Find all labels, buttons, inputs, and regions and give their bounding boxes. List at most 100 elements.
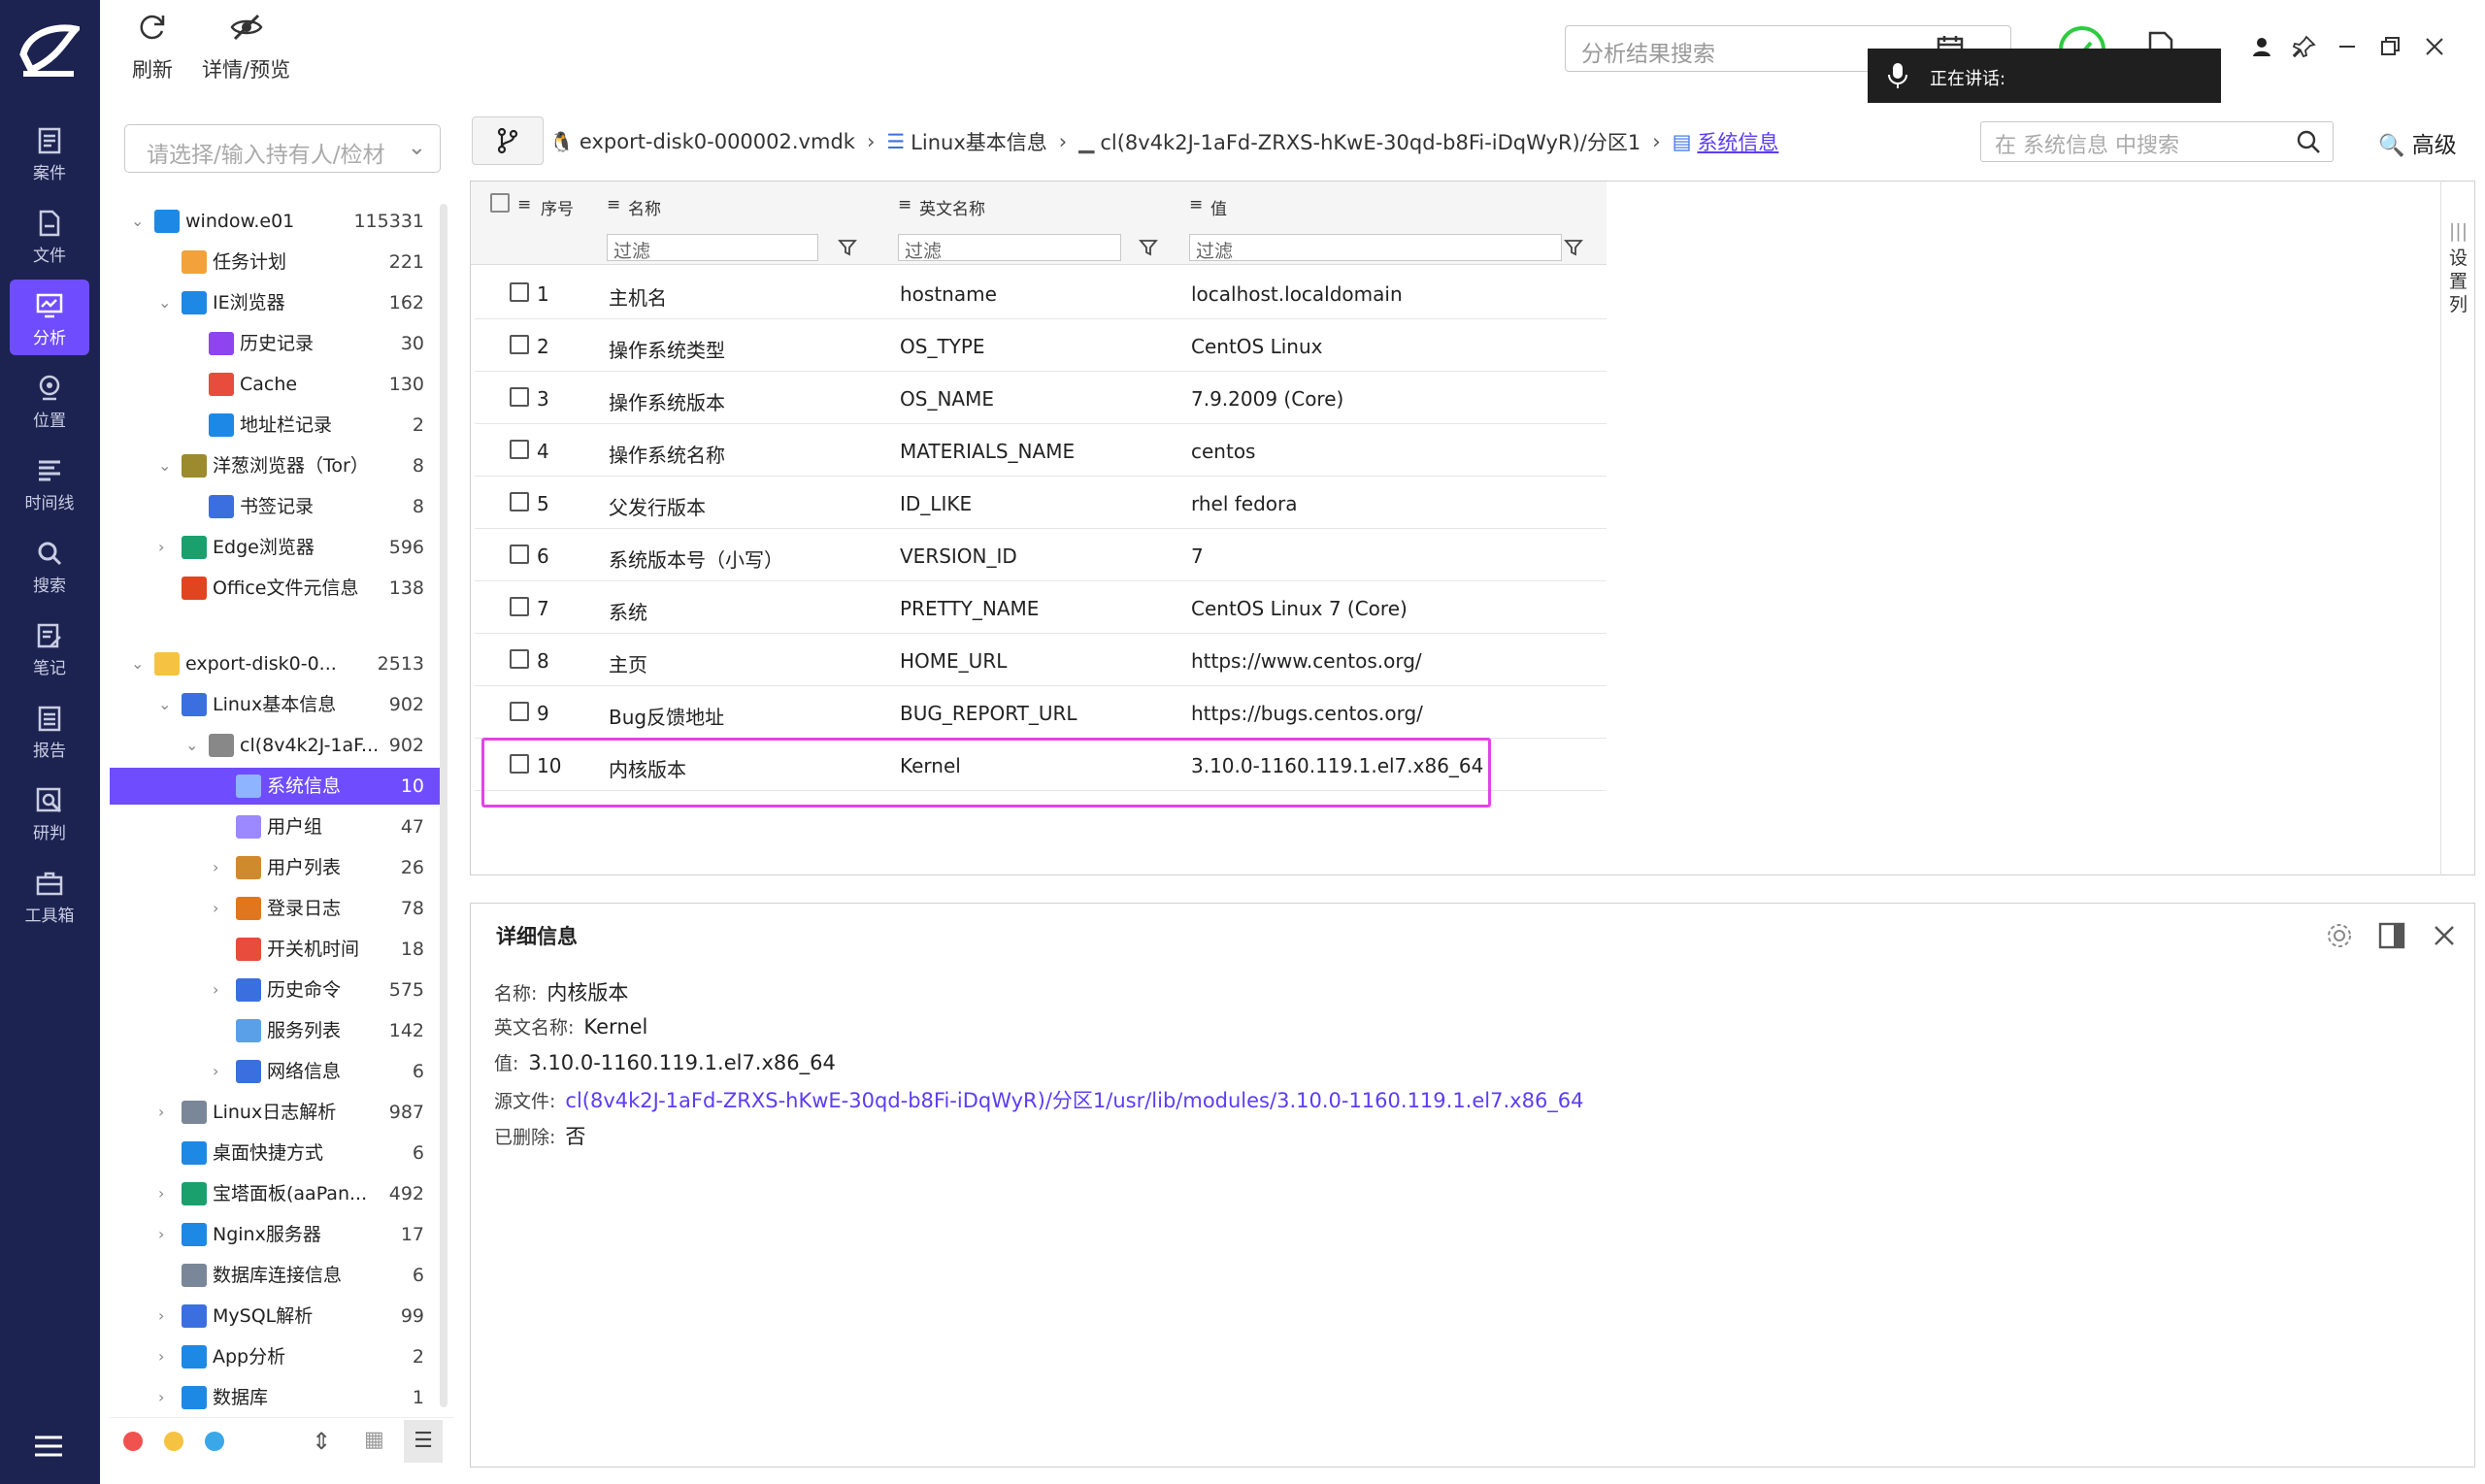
row-checkbox[interactable]: [510, 440, 529, 459]
col-index[interactable]: 序号: [541, 195, 574, 219]
table-row[interactable]: 5 父发行版本 ID_LIKE rhel fedora: [475, 477, 1607, 529]
chevron-down-icon[interactable]: ⌄: [158, 294, 176, 312]
list-view-icon[interactable]: ☰: [404, 1420, 443, 1463]
tree-item[interactable]: 桌面快捷方式 6: [110, 1135, 442, 1171]
tree-item[interactable]: › 用户列表 26: [110, 849, 442, 886]
chevron-down-icon[interactable]: ⌄: [158, 457, 176, 475]
branch-button[interactable]: [472, 116, 544, 165]
tree-item[interactable]: ⌄ 洋葱浏览器（Tor） 8: [110, 447, 442, 484]
tree-item[interactable]: ⌄ window.e01 115331: [110, 203, 442, 240]
chevron-right-icon[interactable]: ›: [213, 1063, 230, 1080]
row-checkbox[interactable]: [510, 597, 529, 616]
preview-button[interactable]: 详情/预览: [202, 10, 290, 83]
rail-search[interactable]: 搜索: [10, 527, 89, 603]
filter-icon[interactable]: [838, 238, 857, 257]
collapse-icon[interactable]: ⇕: [312, 1428, 331, 1455]
tree-item[interactable]: › Edge浏览器 596: [110, 529, 442, 566]
col-name[interactable]: 名称: [628, 195, 661, 219]
source-file-link[interactable]: cl(8v4k2J-1aFd-ZRXS-hKwE-30qd-b8Fi-iDqWy…: [565, 1089, 1583, 1112]
restore-icon[interactable]: [2378, 35, 2402, 58]
chevron-right-icon[interactable]: ›: [158, 539, 176, 556]
tree-item[interactable]: 历史记录 30: [110, 325, 442, 362]
split-view-icon[interactable]: [2377, 921, 2406, 950]
grid-view-icon[interactable]: ▦: [364, 1428, 384, 1452]
chevron-down-icon[interactable]: ⌄: [131, 655, 149, 673]
blue-dot-icon[interactable]: [205, 1432, 224, 1451]
table-row[interactable]: 7 系统 PRETTY_NAME CentOS Linux 7 (Core): [475, 581, 1607, 634]
table-row[interactable]: 3 操作系统版本 OS_NAME 7.9.2009 (Core): [475, 372, 1607, 424]
breadcrumb-item[interactable]: cl(8v4k2J-1aFd-ZRXS-hKwE-30qd-b8Fi-iDqWy…: [1100, 127, 1640, 156]
close-icon[interactable]: [2430, 921, 2459, 950]
rail-report[interactable]: 报告: [10, 692, 89, 768]
chevron-right-icon[interactable]: ›: [158, 1307, 176, 1325]
refresh-button[interactable]: 刷新: [132, 10, 173, 83]
chevron-down-icon[interactable]: ⌄: [158, 696, 176, 713]
tree-item[interactable]: ⌄ cl(8v4k2J-1aF... 902: [110, 727, 442, 764]
tree-item[interactable]: › 历史命令 575: [110, 972, 442, 1008]
menu-icon[interactable]: [33, 1434, 64, 1459]
table-row[interactable]: 4 操作系统名称 MATERIALS_NAME centos: [475, 424, 1607, 477]
col-en-name[interactable]: 英文名称: [919, 195, 985, 219]
rail-case[interactable]: 案件: [10, 115, 89, 190]
chevron-right-icon[interactable]: ›: [158, 1104, 176, 1121]
red-dot-icon[interactable]: [123, 1432, 143, 1451]
table-row[interactable]: 2 操作系统类型 OS_TYPE CentOS Linux: [475, 319, 1607, 372]
tree-item[interactable]: › 宝塔面板(aaPan... 492: [110, 1175, 442, 1212]
rail-analysis[interactable]: 分析: [10, 280, 89, 355]
tree-item[interactable]: › 网络信息 6: [110, 1053, 442, 1090]
chevron-right-icon[interactable]: ›: [158, 1185, 176, 1203]
tree-item[interactable]: › App分析 2: [110, 1338, 442, 1375]
tree-item[interactable]: › 登录日志 78: [110, 890, 442, 927]
chevron-down-icon[interactable]: ⌄: [131, 213, 149, 230]
chevron-right-icon[interactable]: ›: [158, 1348, 176, 1366]
user-icon[interactable]: [2250, 35, 2273, 58]
close-icon[interactable]: [2423, 35, 2446, 58]
table-row[interactable]: 8 主页 HOME_URL https://www.centos.org/: [475, 634, 1607, 686]
holder-select[interactable]: 请选择/输入持有人/检材 ⌄: [124, 124, 441, 173]
tree-item[interactable]: 用户组 47: [110, 808, 442, 845]
row-checkbox[interactable]: [510, 544, 529, 564]
tree-item[interactable]: ⌄ export-disk0-0... 2513: [110, 645, 442, 682]
tree-item[interactable]: › MySQL解析 99: [110, 1298, 442, 1335]
tree-item[interactable]: 开关机时间 18: [110, 931, 442, 968]
tree-item[interactable]: 数据库连接信息 6: [110, 1257, 442, 1294]
settings-icon[interactable]: [2325, 921, 2354, 950]
breadcrumb-item[interactable]: export-disk0-000002.vmdk: [580, 130, 855, 153]
row-checkbox[interactable]: [510, 387, 529, 407]
row-checkbox[interactable]: [510, 335, 529, 354]
tree-item[interactable]: › Linux日志解析 987: [110, 1094, 442, 1131]
tree-item[interactable]: 地址栏记录 2: [110, 407, 442, 444]
table-row[interactable]: 9 Bug反馈地址 BUG_REPORT_URL https://bugs.cento…: [475, 686, 1607, 739]
tree-item[interactable]: ⌄ Linux基本信息 902: [110, 686, 442, 723]
pin-icon[interactable]: [2292, 35, 2316, 58]
tree-item[interactable]: 服务列表 142: [110, 1012, 442, 1049]
breadcrumb-item[interactable]: Linux基本信息: [911, 127, 1047, 156]
chevron-right-icon[interactable]: ›: [213, 900, 230, 917]
chevron-right-icon[interactable]: ›: [213, 981, 230, 999]
tree-item[interactable]: Cache 130: [110, 366, 442, 403]
column-settings-button[interactable]: ||| 设置列: [2440, 181, 2475, 875]
table-row[interactable]: 1 主机名 hostname localhost.localdomain: [475, 267, 1607, 319]
chevron-right-icon[interactable]: ›: [213, 859, 230, 876]
tree-item[interactable]: › Nginx服务器 17: [110, 1216, 442, 1253]
grid-search-input[interactable]: 在 系统信息 中搜索: [1980, 121, 2334, 162]
rail-timeline[interactable]: 时间线: [10, 445, 89, 520]
filter-icon[interactable]: [1564, 238, 1583, 257]
tree-item[interactable]: 系统信息 10: [110, 768, 442, 805]
filter-icon[interactable]: [1139, 238, 1158, 257]
tree-item[interactable]: 书签记录 8: [110, 488, 442, 525]
rail-judgement[interactable]: 研判: [10, 775, 89, 850]
row-checkbox[interactable]: [510, 702, 529, 721]
filter-value-input[interactable]: 过滤: [1189, 234, 1562, 262]
select-all-checkbox[interactable]: [490, 193, 510, 213]
rail-files[interactable]: 文件: [10, 197, 89, 273]
rail-toolbox[interactable]: 工具箱: [10, 857, 89, 933]
tree-scrollbar[interactable]: [440, 204, 447, 1407]
tree-item[interactable]: Office文件元信息 138: [110, 570, 442, 607]
tree-item[interactable]: ⌄ IE浏览器 162: [110, 284, 442, 321]
tree-item[interactable]: 任务计划 221: [110, 244, 442, 280]
advanced-search-button[interactable]: 🔍 高级: [2378, 126, 2457, 159]
rail-location[interactable]: 位置: [10, 362, 89, 438]
filter-name-input[interactable]: 过滤: [607, 234, 818, 262]
chevron-right-icon[interactable]: ›: [158, 1226, 176, 1243]
